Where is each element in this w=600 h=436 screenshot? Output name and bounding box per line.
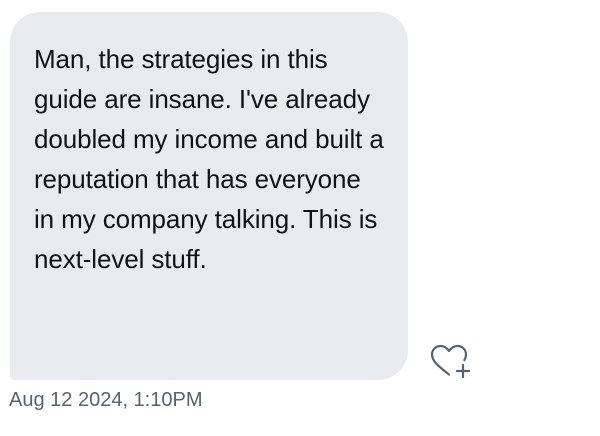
add-reaction-button[interactable] xyxy=(428,342,472,382)
message-text: Man, the strategies in this guide are in… xyxy=(34,44,384,274)
message-timestamp: Aug 12 2024, 1:10PM xyxy=(9,389,203,411)
message-bubble[interactable]: Man, the strategies in this guide are in… xyxy=(10,12,408,380)
heart-plus-icon xyxy=(430,344,471,379)
conversation-view: Man, the strategies in this guide are in… xyxy=(0,0,600,436)
